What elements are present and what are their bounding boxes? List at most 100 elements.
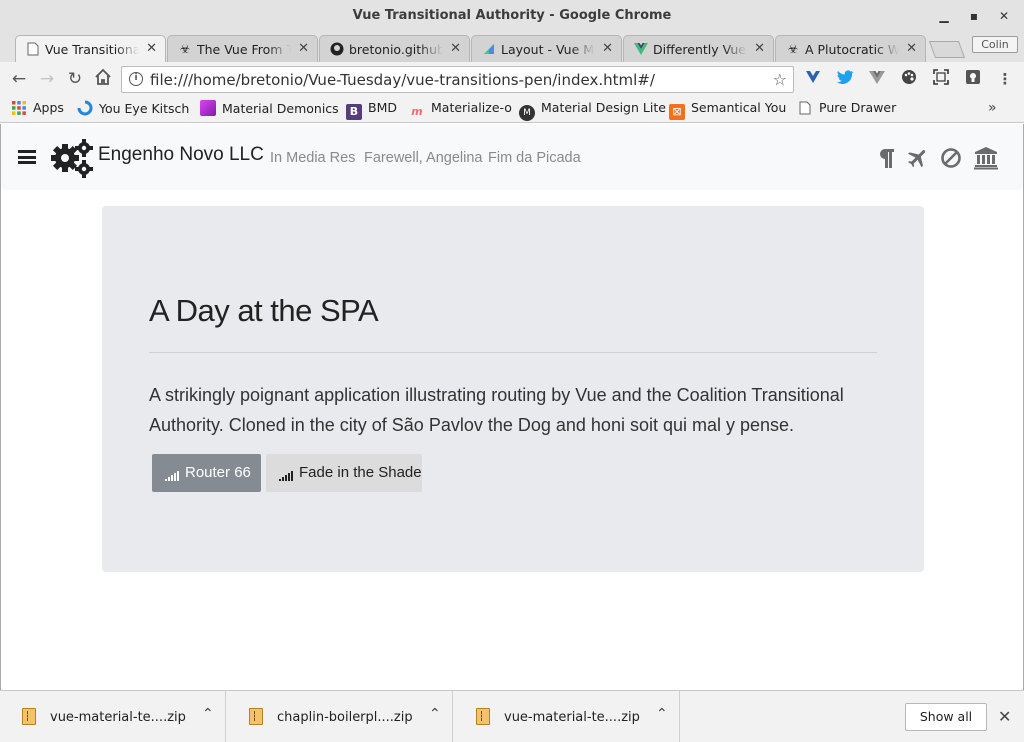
- zip-file-icon: [22, 708, 36, 725]
- new-tab-button[interactable]: [928, 41, 966, 58]
- reload-icon[interactable]: ↻: [64, 68, 86, 90]
- tab-strip: Vue Transitional Authority ✕ ☣ The Vue F…: [0, 32, 1024, 63]
- tab-layout-vue-material[interactable]: Layout - Vue Material ✕: [471, 35, 622, 62]
- signal-bars-icon: [165, 471, 179, 481]
- twitter-icon[interactable]: [835, 69, 855, 89]
- minimize-button[interactable]: ▁: [933, 6, 955, 26]
- button-label: Fade in the Shade: [299, 464, 422, 481]
- window-title: Vue Transitional Authority - Google Chro…: [352, 8, 672, 23]
- download-item[interactable]: vue-material-te....zip ⌃: [454, 691, 680, 742]
- close-tab-icon[interactable]: ✕: [602, 41, 613, 56]
- semantic-icon: ⊠: [669, 104, 685, 120]
- nav-link-farewell-angelina[interactable]: Farewell, Angelina: [364, 150, 483, 166]
- bookmark-pure-drawer[interactable]: Pure Drawer: [797, 100, 896, 118]
- download-item[interactable]: vue-material-te....zip ⌃: [0, 691, 226, 742]
- close-window-button[interactable]: ✕: [993, 6, 1015, 26]
- bookmark-material-demonics[interactable]: Material Demonics: [200, 100, 339, 118]
- chevron-up-icon[interactable]: ⌃: [429, 706, 441, 722]
- close-tab-icon[interactable]: ✕: [146, 41, 157, 56]
- signal-bars-icon: [279, 471, 293, 481]
- hamburger-menu-icon[interactable]: [18, 150, 36, 164]
- page-icon: [26, 42, 40, 56]
- mdl-m-icon: M: [519, 105, 535, 121]
- home-icon[interactable]: [92, 68, 114, 90]
- tab-label: A Plutocratic World: [805, 42, 899, 57]
- close-tab-icon[interactable]: ✕: [906, 41, 917, 56]
- bookmark-label: Pure Drawer: [819, 100, 897, 115]
- bootstrap-b-icon: B: [346, 104, 362, 120]
- vue-icon: [634, 42, 648, 56]
- close-tab-icon[interactable]: ✕: [754, 41, 765, 56]
- download-filename: vue-material-te....zip: [50, 710, 186, 725]
- page-icon: [797, 101, 813, 117]
- screen-capture-icon[interactable]: [931, 69, 951, 89]
- nav-link-in-media-res[interactable]: In Media Res: [270, 150, 355, 166]
- divider: [149, 352, 877, 353]
- bookmark-you-eye-kitsch[interactable]: You Eye Kitsch: [77, 100, 189, 118]
- bookmarks-overflow-icon[interactable]: »: [988, 100, 997, 116]
- bookmark-material-design-lite[interactable]: M Material Design Lite: [519, 100, 666, 121]
- vue-devtools-extension-icon[interactable]: [803, 69, 823, 89]
- site-navbar: Engenho Novo LLC In Media Res Farewell, …: [1, 124, 1023, 190]
- tab-vue-transitional-authority[interactable]: Vue Transitional Authority ✕: [15, 35, 166, 63]
- bookmark-apps[interactable]: Apps: [11, 100, 64, 118]
- fade-in-the-shade-button[interactable]: Fade in the Shade: [266, 454, 422, 492]
- download-filename: chaplin-boilerpl....zip: [277, 710, 413, 725]
- bookmark-label: Material Design Lite: [541, 100, 666, 115]
- page-title: A Day at the SPA: [149, 293, 379, 328]
- biohazard-icon: ☣: [179, 42, 191, 56]
- pilcrow-icon[interactable]: [875, 146, 899, 170]
- download-item[interactable]: chaplin-boilerpl....zip ⌃: [227, 691, 453, 742]
- forward-arrow-icon[interactable]: →: [36, 68, 58, 90]
- bookmark-star-icon[interactable]: ☆: [773, 70, 787, 89]
- vue-extension-icon[interactable]: [867, 69, 887, 89]
- tab-label: bretonio.github.io: [349, 42, 443, 57]
- tab-the-vue-from[interactable]: ☣ The Vue From The ✕: [167, 35, 318, 62]
- bookmark-label: BMD: [368, 100, 397, 115]
- tab-bretonio-github[interactable]: bretonio.github.io ✕: [319, 35, 470, 62]
- palette-icon[interactable]: [899, 69, 919, 89]
- close-tab-icon[interactable]: ✕: [450, 41, 461, 56]
- tab-label: The Vue From The: [197, 42, 291, 57]
- keep-extension-icon[interactable]: [963, 69, 983, 89]
- lead-text: A strikingly poignant application illust…: [149, 385, 844, 435]
- bookmark-label: Materialize-o: [431, 100, 512, 115]
- bank-icon[interactable]: [974, 146, 998, 170]
- maximize-button[interactable]: ▪: [963, 6, 985, 26]
- browser-toolbar: ← → ↻ i file:///home/bretonio/Vue-Tuesda…: [0, 62, 1024, 96]
- chevron-up-icon[interactable]: ⌃: [202, 706, 214, 722]
- plane-icon[interactable]: [906, 146, 930, 170]
- address-bar[interactable]: i file:///home/bretonio/Vue-Tuesday/vue-…: [121, 66, 794, 93]
- tab-differently-vue[interactable]: Differently Vue ✕: [623, 35, 774, 62]
- bookmark-label: Apps: [33, 100, 64, 115]
- bookmark-label: Material Demonics: [222, 101, 339, 116]
- brand-name[interactable]: Engenho Novo LLC: [98, 144, 264, 166]
- loading-ring-icon: [77, 100, 93, 116]
- apps-grid-icon: [11, 101, 27, 117]
- tab-label: Vue Transitional Authority: [45, 42, 139, 57]
- chevron-up-icon[interactable]: ⌃: [656, 706, 668, 722]
- zip-file-icon: [476, 708, 490, 725]
- downloads-shelf: vue-material-te....zip ⌃ chaplin-boilerp…: [0, 690, 1024, 742]
- bookmark-materialize-o[interactable]: m Materialize-o: [409, 100, 512, 118]
- profile-button[interactable]: Colin: [972, 36, 1018, 53]
- tab-label: Differently Vue: [653, 42, 746, 57]
- gears-icon: [51, 139, 93, 178]
- tab-a-plutocratic-world[interactable]: ☣ A Plutocratic World ✕: [775, 35, 926, 62]
- vue-material-icon: [482, 42, 496, 56]
- bookmark-bmd[interactable]: B BMD: [346, 100, 397, 120]
- download-filename: vue-material-te....zip: [504, 710, 640, 725]
- router-66-button[interactable]: Router 66: [152, 454, 261, 492]
- show-all-button[interactable]: Show all: [905, 703, 987, 731]
- window-title-bar: Vue Transitional Authority - Google Chro…: [0, 0, 1024, 32]
- nav-link-fim-da-picada[interactable]: Fim da Picada: [488, 150, 581, 166]
- info-icon[interactable]: i: [129, 72, 143, 86]
- zip-file-icon: [249, 708, 263, 725]
- bookmark-semantical-you[interactable]: ⊠ Semantical You: [669, 100, 786, 120]
- back-arrow-icon[interactable]: ←: [8, 68, 30, 90]
- close-shelf-icon[interactable]: ✕: [998, 707, 1011, 726]
- menu-kebab-icon[interactable]: ⋮: [995, 69, 1015, 89]
- close-tab-icon[interactable]: ✕: [298, 41, 309, 56]
- page-viewport: Engenho Novo LLC In Media Res Farewell, …: [0, 124, 1024, 690]
- ban-icon[interactable]: [939, 146, 963, 170]
